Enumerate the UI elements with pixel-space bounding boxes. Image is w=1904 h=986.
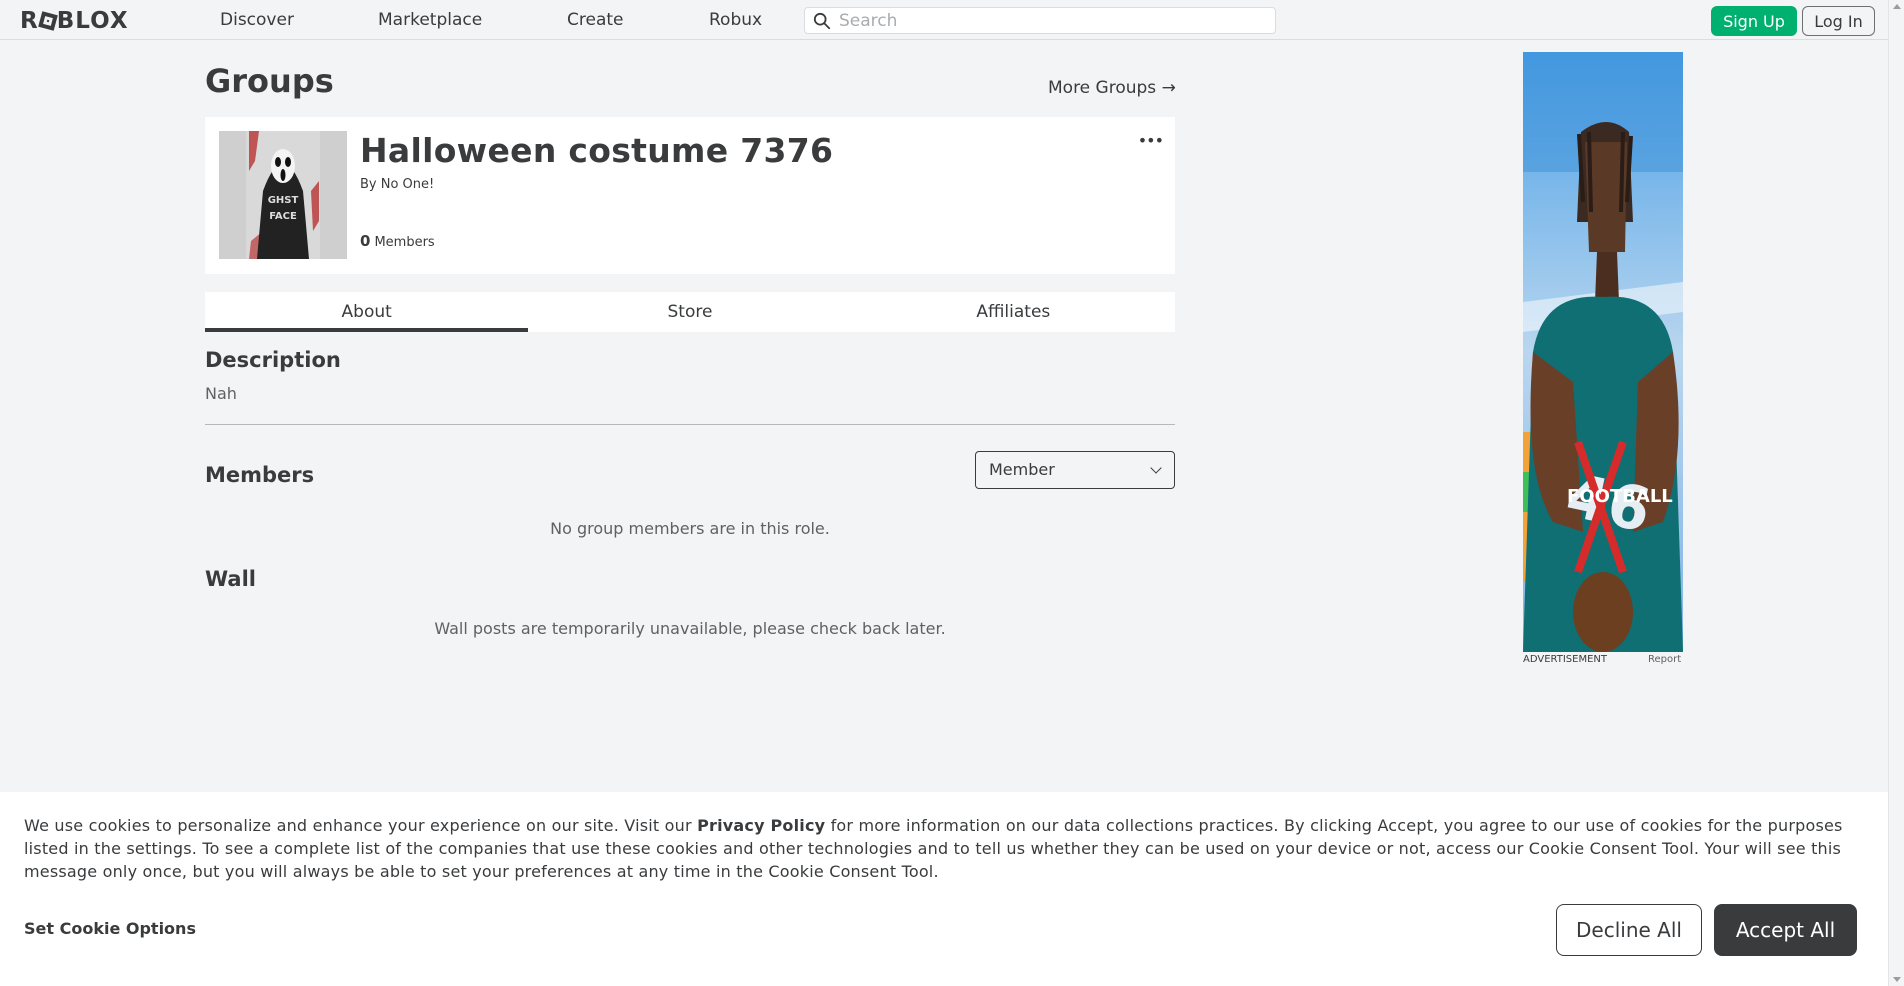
chevron-down-icon <box>1150 462 1162 474</box>
decline-all-button[interactable]: Decline All <box>1556 904 1702 956</box>
description-heading: Description <box>205 348 341 372</box>
group-emblem-image: GHST FACE <box>219 131 347 259</box>
group-name: Halloween costume 7376 <box>360 131 834 170</box>
group-member-count: 0 Members <box>360 232 435 250</box>
page-title: Groups <box>205 62 334 100</box>
more-groups-link[interactable]: More Groups → <box>1048 78 1176 98</box>
ellipsis-icon[interactable]: ••• <box>1138 131 1164 150</box>
top-nav: R BLOX Discover Marketplace Create Robux … <box>0 0 1888 40</box>
advertisement-image[interactable]: 46 FOOTBALL <box>1523 52 1683 652</box>
tab-affiliates[interactable]: Affiliates <box>852 292 1175 332</box>
search-input[interactable] <box>839 10 1259 31</box>
members-heading: Members <box>205 463 315 487</box>
search-icon <box>813 12 831 30</box>
set-cookie-options-link[interactable]: Set Cookie Options <box>24 919 196 938</box>
nav-marketplace[interactable]: Marketplace <box>378 10 482 30</box>
ad-report-link[interactable]: Report <box>1648 654 1681 665</box>
nav-robux[interactable]: Robux <box>709 10 762 30</box>
search-box[interactable] <box>804 7 1276 34</box>
group-tabs: About Store Affiliates <box>205 292 1175 332</box>
group-header-card: GHST FACE Halloween costume 7376 By No O… <box>205 117 1175 274</box>
scroll-down-icon[interactable] <box>1893 977 1901 982</box>
roblox-logo[interactable]: R BLOX <box>20 8 129 34</box>
login-button[interactable]: Log In <box>1802 6 1875 36</box>
svg-text:GHST: GHST <box>268 195 299 206</box>
description-text: Nah <box>205 384 237 403</box>
svg-text:FACE: FACE <box>269 211 297 222</box>
role-select[interactable]: Member <box>975 451 1175 489</box>
role-select-value: Member <box>989 460 1055 479</box>
member-count-label: Members <box>374 235 435 250</box>
wall-unavailable-message: Wall posts are temporarily unavailable, … <box>434 619 946 638</box>
section-divider <box>205 424 1175 425</box>
signup-button[interactable]: Sign Up <box>1711 6 1797 36</box>
scroll-up-icon[interactable] <box>1893 4 1901 9</box>
cookie-message: We use cookies to personalize and enhanc… <box>24 814 1864 883</box>
wall-heading: Wall <box>205 567 256 591</box>
cookie-banner: We use cookies to personalize and enhanc… <box>0 792 1888 986</box>
ad-label: ADVERTISEMENT <box>1523 654 1608 665</box>
group-owner: By No One! <box>360 177 435 192</box>
tab-store[interactable]: Store <box>528 292 851 332</box>
no-members-message: No group members are in this role. <box>550 519 830 538</box>
svg-text:FOOTBALL: FOOTBALL <box>1567 486 1673 507</box>
member-count-value: 0 <box>360 232 371 250</box>
privacy-policy-link[interactable]: Privacy Policy <box>697 816 825 835</box>
nav-discover[interactable]: Discover <box>220 10 294 30</box>
nav-create[interactable]: Create <box>567 10 624 30</box>
cookie-text-before: We use cookies to personalize and enhanc… <box>24 816 698 835</box>
page-scrollbar[interactable] <box>1888 0 1904 986</box>
tab-about[interactable]: About <box>205 292 529 332</box>
accept-all-button[interactable]: Accept All <box>1714 904 1857 956</box>
